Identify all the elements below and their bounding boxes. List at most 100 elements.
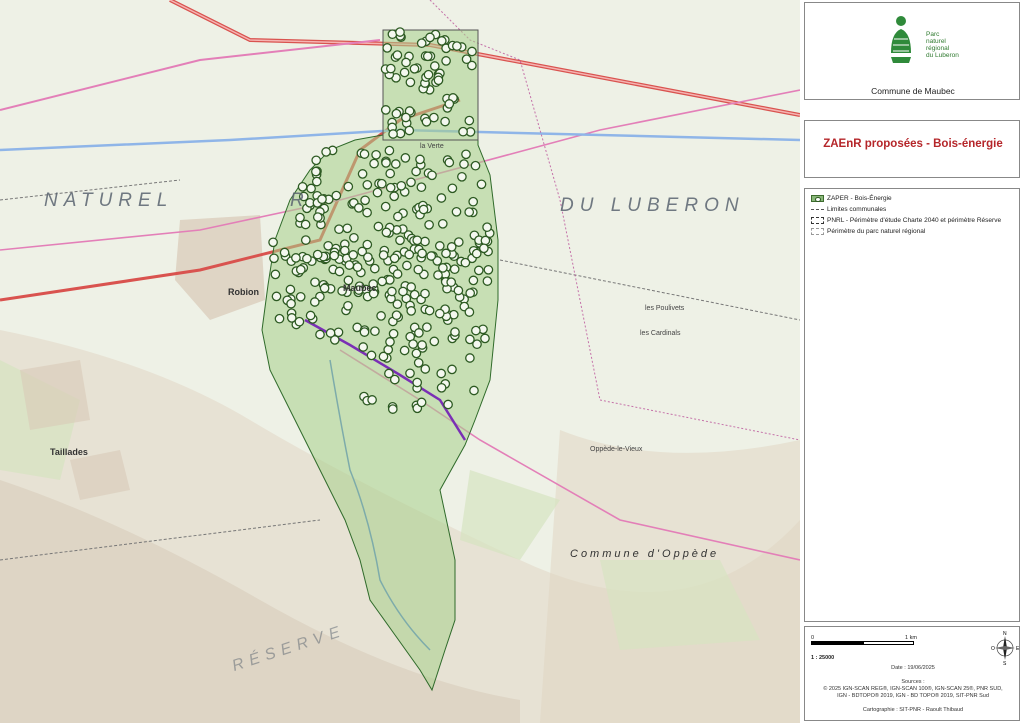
zaper-marker (420, 364, 431, 374)
zaper-marker (362, 179, 373, 190)
zaper-marker (414, 328, 424, 338)
zaper-marker (392, 50, 403, 60)
zaper-marker (343, 181, 354, 192)
zaper-marker (412, 235, 423, 246)
zaper-marker (450, 327, 460, 337)
town-maubec: Maubec (343, 283, 377, 293)
zaper-marker (401, 57, 411, 68)
zaper-marker (310, 277, 320, 288)
zaper-marker (460, 257, 471, 268)
zaper-marker (369, 158, 379, 169)
zaper-marker (429, 336, 440, 347)
zaper-marker (387, 404, 398, 414)
zaper-marker (404, 249, 415, 260)
title-box: ZAEnR proposées - Bois-énergie (804, 120, 1020, 178)
commune-oppede-label: Commune d'Oppède (570, 548, 720, 560)
zaper-marker (323, 240, 334, 251)
zaper-marker (401, 112, 411, 123)
logo-line-3: régional (926, 45, 950, 52)
zaper-marker (391, 108, 402, 119)
zaper-marker (381, 227, 392, 238)
scale-bar (811, 641, 914, 645)
zaper-marker (378, 351, 389, 362)
legend-item-limites: Limites communales (811, 206, 886, 213)
zaper-marker (366, 350, 377, 361)
zaper-marker (334, 266, 345, 277)
zaper-marker (446, 242, 457, 252)
zaper-marker (476, 179, 487, 190)
zaper-marker (449, 264, 460, 275)
map-view[interactable]: NATUREL R DU LUBERON Maubec Robion Taill… (0, 0, 800, 723)
zaper-marker (269, 253, 279, 264)
limits-symbol (811, 209, 824, 210)
zaper-marker (380, 105, 391, 115)
zaper-marker (311, 166, 321, 177)
zaper-marker (465, 353, 475, 363)
zaper-marker (436, 382, 447, 393)
zaper-marker (302, 253, 312, 264)
zaper-marker (360, 195, 370, 206)
zaper-marker (418, 204, 429, 215)
zaper-marker (385, 63, 396, 74)
zaper-marker (434, 308, 445, 319)
zaper-marker (385, 168, 396, 179)
place-cardinals: les Cardinals (640, 330, 681, 337)
zaper-marker (406, 306, 417, 316)
zaper-marker (376, 311, 386, 321)
logo-line-4: du Luberon (926, 52, 959, 59)
zaper-marker (464, 307, 475, 317)
zaper-marker (479, 243, 489, 254)
zaper-marker (395, 235, 405, 246)
zaper-marker (305, 310, 316, 321)
zaper-marker (333, 327, 344, 338)
zaper-marker (370, 326, 380, 337)
zaper-marker (451, 206, 462, 217)
zaper-marker (467, 46, 477, 57)
legend-label-limites: Limites communales (827, 206, 887, 213)
town-oppede: Oppède-le-Vieux (590, 446, 643, 453)
zaper-marker (429, 112, 439, 123)
zaper-marker (358, 342, 369, 352)
zaper-marker (464, 115, 475, 126)
zaper-marker (441, 56, 451, 66)
map-canvas[interactable] (0, 0, 800, 723)
logo-line-1: Parc (926, 31, 940, 38)
region-label-naturel: NATUREL (44, 190, 174, 211)
logo-line-2: naturel (926, 38, 946, 45)
zaper-marker (344, 260, 355, 270)
scale-end: 1 km (905, 635, 917, 641)
zaper-marker (461, 149, 471, 160)
sources-title: Sources : (901, 679, 925, 685)
cartographie-credit: Cartographie : SIT-PNR - Raoult Thibaud (862, 707, 964, 713)
zaper-marker (443, 399, 453, 410)
zaper-marker (447, 364, 457, 375)
zaper-marker (422, 51, 433, 62)
zaper-marker (422, 322, 432, 333)
zaper-marker (420, 288, 430, 299)
zaper-marker (440, 116, 450, 127)
zaper-marker (334, 224, 344, 235)
zaper-marker (369, 263, 380, 274)
zaper-marker (339, 245, 350, 256)
zaper-marker (387, 286, 397, 297)
region-label-r: R (290, 190, 310, 211)
zaper-marker (457, 171, 467, 182)
zaper-marker (444, 157, 455, 168)
zaper-marker (384, 145, 395, 156)
zaper-marker (373, 221, 384, 232)
zaper-marker (295, 264, 306, 275)
region-label-luberon: DU LUBERON (560, 195, 745, 216)
zaper-marker (312, 249, 323, 260)
zaper-marker (436, 193, 447, 203)
zaper-marker (416, 397, 427, 408)
zaper-marker (382, 43, 393, 53)
zaper-marker (413, 264, 424, 275)
zaper-marker (274, 313, 285, 324)
zaper-marker (309, 297, 320, 307)
zaper-marker (420, 236, 430, 247)
logo-text: Parc naturel régional du Luberon (926, 31, 966, 59)
zaper-marker (471, 325, 481, 336)
zaper-marker (480, 235, 491, 246)
legend-label-zaper: ZAPER - Bois-Énergie (827, 195, 892, 202)
compass-o: O (991, 646, 995, 652)
